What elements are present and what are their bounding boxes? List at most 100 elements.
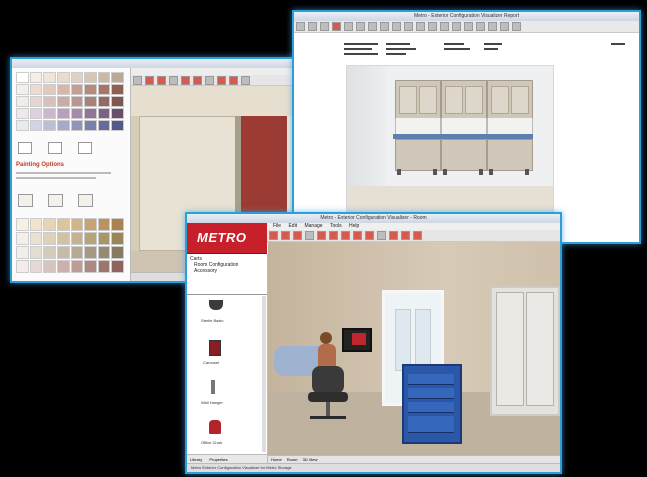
color-swatch[interactable] — [97, 84, 111, 95]
toolbar-button[interactable] — [401, 231, 410, 240]
color-swatch[interactable] — [16, 84, 29, 95]
color-swatch[interactable] — [70, 72, 84, 83]
toolbar-button[interactable] — [241, 76, 250, 85]
toolbar-button[interactable] — [389, 231, 398, 240]
menu-manage[interactable]: Manage — [304, 223, 322, 229]
color-swatch[interactable] — [43, 96, 56, 107]
menu-tools[interactable]: Tools — [330, 223, 342, 229]
swatch-preview-2[interactable] — [48, 142, 62, 154]
toolbar-button[interactable] — [416, 22, 425, 31]
toolbar-button[interactable] — [476, 22, 485, 31]
menu-edit[interactable]: Edit — [288, 223, 297, 229]
toolbar-button[interactable] — [193, 76, 202, 85]
color-swatch[interactable] — [97, 246, 111, 259]
finish-option-1[interactable] — [18, 194, 33, 207]
color-swatch[interactable] — [70, 120, 84, 131]
color-swatch[interactable] — [111, 246, 124, 259]
toolbar-button[interactable] — [145, 76, 154, 85]
toolbar-button[interactable] — [332, 22, 341, 31]
menu-file[interactable]: File — [273, 223, 281, 229]
color-swatch[interactable] — [16, 260, 29, 273]
toolbar-button[interactable] — [404, 22, 413, 31]
toolbar-button[interactable] — [217, 76, 226, 85]
toolbar-button[interactable] — [392, 22, 401, 31]
toolbar-button[interactable] — [380, 22, 389, 31]
color-swatch[interactable] — [84, 108, 97, 119]
color-swatch[interactable] — [70, 96, 84, 107]
color-swatch[interactable] — [111, 84, 124, 95]
swatch-preview-3[interactable] — [78, 142, 92, 154]
color-swatch[interactable] — [97, 232, 111, 245]
configurator-titlebar[interactable]: Metro - Exterior Configuration Visualize… — [187, 214, 560, 223]
catalog-item-wall-hanger[interactable]: Wall Hanger — [195, 378, 245, 414]
color-swatch[interactable] — [29, 260, 43, 273]
toolbar-button[interactable] — [229, 76, 238, 85]
color-swatch[interactable] — [70, 108, 84, 119]
color-swatch[interactable] — [16, 232, 29, 245]
color-swatch[interactable] — [84, 84, 97, 95]
color-swatch[interactable] — [29, 108, 43, 119]
color-swatch[interactable] — [111, 72, 124, 83]
color-swatch[interactable] — [43, 72, 56, 83]
color-swatch[interactable] — [56, 108, 70, 119]
swatch-preview-1[interactable] — [18, 142, 32, 154]
toolbar-button[interactable] — [181, 76, 190, 85]
color-swatch[interactable] — [111, 120, 124, 131]
color-swatch[interactable] — [29, 72, 43, 83]
toolbar-button[interactable] — [344, 22, 353, 31]
color-swatch[interactable] — [56, 96, 70, 107]
color-swatch[interactable] — [56, 72, 70, 83]
color-palette-bottom[interactable] — [16, 218, 124, 273]
color-swatch[interactable] — [84, 232, 97, 245]
color-swatch[interactable] — [16, 246, 29, 259]
toolbar-button[interactable] — [500, 22, 509, 31]
toolbar-button[interactable] — [464, 22, 473, 31]
color-swatch[interactable] — [56, 246, 70, 259]
toolbar-button[interactable] — [308, 22, 317, 31]
toolbar-button[interactable] — [305, 231, 314, 240]
color-swatch[interactable] — [111, 260, 124, 273]
tab-library[interactable]: Library — [190, 457, 202, 462]
color-swatch[interactable] — [111, 96, 124, 107]
toolbar-button[interactable] — [296, 22, 305, 31]
color-swatch[interactable] — [43, 108, 56, 119]
color-swatch[interactable] — [16, 96, 29, 107]
room-3d-view[interactable] — [268, 242, 560, 456]
color-swatch[interactable] — [56, 218, 70, 231]
color-swatch[interactable] — [29, 218, 43, 231]
color-swatch[interactable] — [29, 232, 43, 245]
color-swatch[interactable] — [70, 218, 84, 231]
color-swatch[interactable] — [43, 260, 56, 273]
toolbar-button[interactable] — [341, 231, 350, 240]
toolbar-button[interactable] — [169, 76, 178, 85]
finish-option-2[interactable] — [48, 194, 63, 207]
color-swatch[interactable] — [29, 120, 43, 131]
color-swatch[interactable] — [97, 120, 111, 131]
color-swatch[interactable] — [29, 246, 43, 259]
toolbar-button[interactable] — [353, 231, 362, 240]
color-swatch[interactable] — [97, 72, 111, 83]
toolbar-button[interactable] — [329, 231, 338, 240]
color-swatch[interactable] — [16, 218, 29, 231]
toolbar-button[interactable] — [293, 231, 302, 240]
color-swatch[interactable] — [97, 260, 111, 273]
color-swatch[interactable] — [84, 120, 97, 131]
color-swatch[interactable] — [70, 246, 84, 259]
color-swatch[interactable] — [84, 72, 97, 83]
toolbar-button[interactable] — [269, 231, 278, 240]
toolbar-button[interactable] — [368, 22, 377, 31]
color-swatch[interactable] — [84, 218, 97, 231]
toolbar-button[interactable] — [317, 231, 326, 240]
color-swatch[interactable] — [16, 120, 29, 131]
view-tab-3d[interactable]: 3D View — [303, 457, 318, 462]
report-titlebar[interactable]: Metro - Exterior Configuration Visualize… — [294, 12, 639, 21]
color-swatch[interactable] — [43, 218, 56, 231]
menu-help[interactable]: Help — [349, 223, 359, 229]
color-swatch[interactable] — [70, 232, 84, 245]
toolbar-button[interactable] — [281, 231, 290, 240]
color-swatch[interactable] — [16, 72, 29, 83]
color-swatch[interactable] — [111, 218, 124, 231]
color-swatch[interactable] — [29, 84, 43, 95]
color-swatch[interactable] — [43, 232, 56, 245]
color-swatch[interactable] — [84, 96, 97, 107]
